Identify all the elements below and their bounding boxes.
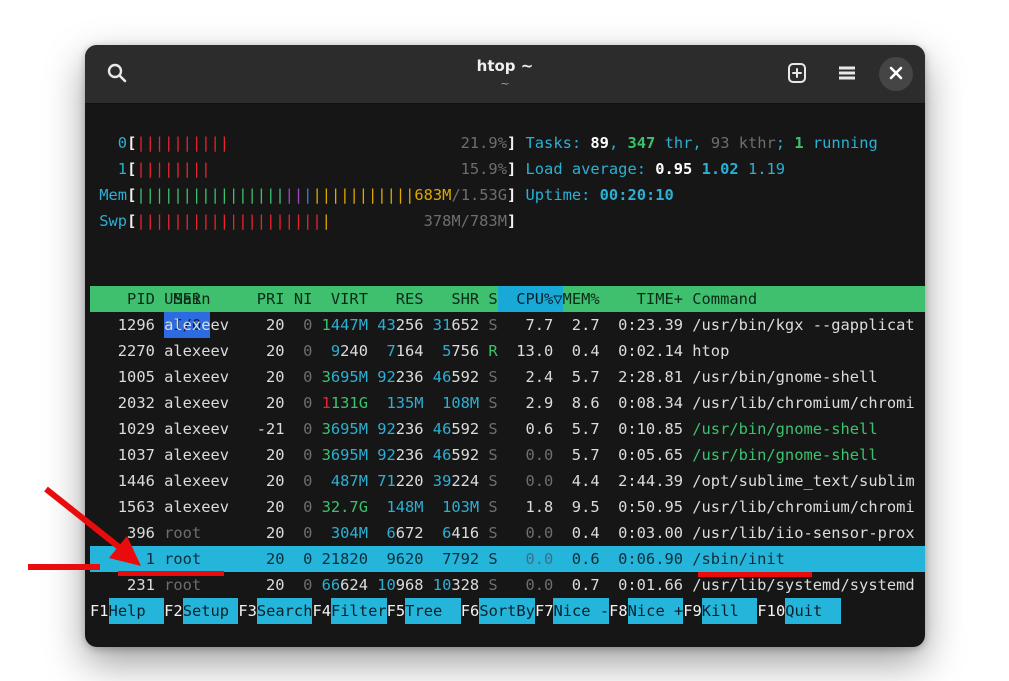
new-tab-button[interactable] — [779, 56, 815, 92]
close-button[interactable] — [879, 57, 913, 91]
table-row[interactable]: 396root200304M66726416S0.00.40:03.00/usr… — [90, 520, 925, 546]
menu-button[interactable] — [829, 56, 865, 92]
fkey-help[interactable]: F1Help — [90, 598, 164, 624]
search-icon — [106, 62, 128, 87]
fkey-search[interactable]: F3Search — [238, 598, 312, 624]
table-header: PID USERPRINIVIRTRESSHRSCPU%▽MEM%TIME+Com… — [90, 286, 925, 312]
column-header-time[interactable]: TIME+ — [600, 286, 683, 312]
fkey-tree[interactable]: F5Tree — [387, 598, 461, 624]
fkey-quit[interactable]: F10Quit — [757, 598, 840, 624]
meter-swp: Swp[|||||||||||||||||||||378M/783M] — [90, 208, 925, 234]
table-row[interactable]: 1005alexeev2003695M9223646592S2.45.72:28… — [90, 364, 925, 390]
column-header-user[interactable]: USER — [164, 286, 247, 312]
htop-screen: 0[||||||||||21.9%]Tasks: 89, 347 thr, 93… — [85, 104, 925, 647]
menu-icon — [836, 62, 858, 87]
column-header-pri[interactable]: PRI — [248, 286, 285, 312]
info-line-1: Load average: 0.95 1.02 1.19 — [526, 156, 786, 182]
table-row[interactable]: 2270alexeev200924071645756R13.00.40:02.1… — [90, 338, 925, 364]
meter-1: 1[||||||||15.9%]Load average: 0.95 1.02 … — [90, 156, 925, 182]
new-tab-icon — [785, 61, 809, 88]
info-line-2: Uptime: 00:20:10 — [526, 182, 674, 208]
table-row[interactable]: 2032alexeev2001131G135M108MS2.98.60:08.3… — [90, 390, 925, 416]
table-row[interactable]: 1446alexeev200487M7122039224S0.04.42:44.… — [90, 468, 925, 494]
table-row[interactable]: 231root200666241096810328S0.00.70:01.66/… — [90, 572, 925, 598]
fkey-kill[interactable]: F9Kill — [683, 598, 757, 624]
info-line-0: Tasks: 89, 347 thr, 93 kthr; 1 running — [526, 130, 878, 156]
column-header-res[interactable]: RES — [368, 286, 424, 312]
column-header-s[interactable]: S — [479, 286, 498, 312]
table-row[interactable]: 1296alexeev2001447M4325631652S7.72.70:23… — [90, 312, 925, 338]
column-header-shr[interactable]: SHR — [424, 286, 480, 312]
column-header-ni[interactable]: NI — [285, 286, 313, 312]
window-title-text: htop ~ — [477, 58, 534, 75]
fkey-setup[interactable]: F2Setup — [164, 598, 238, 624]
column-header-cmd[interactable]: Command — [683, 286, 925, 312]
column-header-pid[interactable]: PID — [90, 286, 155, 312]
table-row-selected[interactable]: 1root2002182096207792S0.00.60:06.90/sbin… — [90, 546, 925, 572]
table-row[interactable]: 1037alexeev2003695M9223646592S0.05.70:05… — [90, 442, 925, 468]
close-icon — [888, 65, 904, 84]
column-header-sort[interactable]: ▽ — [553, 286, 562, 312]
column-header-cpu[interactable]: CPU% — [498, 286, 554, 312]
fkey-nice-[interactable]: F7Nice - — [535, 598, 609, 624]
window-title: htop ~ ~ — [477, 58, 534, 90]
window-subtitle-text: ~ — [477, 78, 534, 90]
meter-mem: Mem[||||||||||||||||||||||||||||||683M/1… — [90, 182, 925, 208]
fkey-sortby[interactable]: F6SortBy — [461, 598, 535, 624]
function-key-bar: F1Help F2Setup F3SearchF4FilterF5Tree F6… — [90, 598, 925, 624]
screen-tabs: Main I/O — [90, 260, 925, 286]
headerbar: htop ~ ~ — [85, 45, 925, 104]
column-header-virt[interactable]: VIRT — [312, 286, 368, 312]
fkey-filter[interactable]: F4Filter — [312, 598, 386, 624]
table-row[interactable]: 1029alexeev-2103695M9223646592S0.65.70:1… — [90, 416, 925, 442]
meters-panel: 0[||||||||||21.9%]Tasks: 89, 347 thr, 93… — [90, 130, 925, 234]
meter-0: 0[||||||||||21.9%]Tasks: 89, 347 thr, 93… — [90, 130, 925, 156]
column-header-mem[interactable]: MEM% — [563, 286, 600, 312]
fkey-nice-[interactable]: F8Nice + — [609, 598, 683, 624]
process-table: 1296alexeev2001447M4325631652S7.72.70:23… — [90, 312, 925, 598]
search-button[interactable] — [99, 56, 135, 92]
console-window: htop ~ ~ 0[||||||||||21.9%]Tasks: 89, 3 — [85, 45, 925, 647]
table-row[interactable]: 1563alexeev20032.7G148M103MS1.89.50:50.9… — [90, 494, 925, 520]
